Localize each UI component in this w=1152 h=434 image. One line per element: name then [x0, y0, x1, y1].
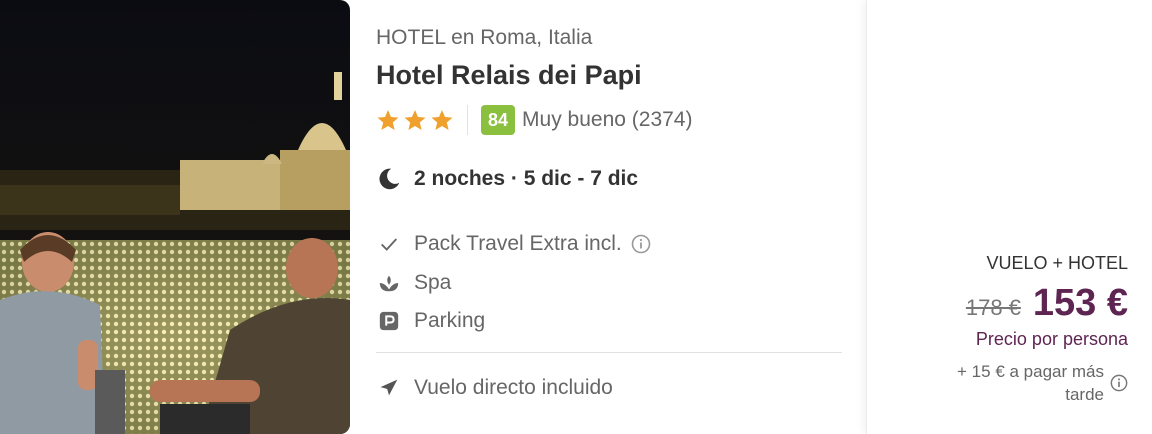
divider: [376, 352, 842, 353]
flight-info: Vuelo directo incluido: [376, 375, 613, 401]
rating-row: 84 Muy bueno (2374): [376, 104, 692, 136]
hotel-card[interactable]: HOTEL en Roma, Italia Hotel Relais dei P…: [0, 0, 1152, 434]
amenity-parking: Parking: [376, 308, 485, 334]
price-panel[interactable]: VUELO + HOTEL 178 € 153 € Precio por per…: [866, 0, 1152, 434]
hotel-photo-image: [0, 0, 350, 434]
moon-icon: [379, 168, 400, 190]
stay-text: 2 noches · 5 dic - 7 dic: [414, 167, 639, 190]
star-icon: [377, 110, 399, 130]
check-icon: [376, 231, 402, 257]
amenity-pack-travel: Pack Travel Extra incl.: [376, 231, 651, 257]
extra-fee: + 15 € a pagar más tarde: [934, 360, 1128, 406]
star-icon: [404, 110, 426, 130]
star-rating: [376, 109, 454, 131]
amenity-label: Spa: [414, 271, 452, 294]
star-icon: [431, 110, 453, 130]
rating-divider: [467, 105, 468, 135]
score-text[interactable]: Muy bueno (2374): [522, 108, 692, 132]
amenity-spa: Spa: [376, 270, 451, 296]
hotel-photo[interactable]: [0, 0, 350, 434]
info-icon[interactable]: [631, 234, 651, 254]
amenity-label: Parking: [414, 309, 486, 332]
hotel-location: HOTEL en Roma, Italia: [376, 26, 593, 49]
amenity-label: Pack Travel Extra incl.: [414, 232, 622, 255]
hotel-info: HOTEL en Roma, Italia Hotel Relais dei P…: [376, 0, 842, 434]
price-line: 178 € 153 €: [966, 282, 1128, 325]
spa-icon: [376, 270, 402, 296]
new-price[interactable]: 153 €: [1033, 282, 1128, 325]
hotel-name[interactable]: Hotel Relais dei Papi: [376, 60, 642, 91]
price-type: VUELO + HOTEL: [986, 253, 1128, 273]
old-price: 178 €: [965, 295, 1021, 320]
price-per-person: Precio por persona: [975, 329, 1128, 349]
stay-dates: 2 noches · 5 dic - 7 dic: [376, 166, 638, 192]
flight-label: Vuelo directo incluido: [414, 376, 613, 399]
score-badge: 84: [481, 105, 516, 135]
parking-icon: [376, 308, 402, 334]
extra-fee-text: + 15 € a pagar más tarde: [957, 362, 1104, 404]
plane-icon: [376, 375, 402, 401]
info-icon[interactable]: [1110, 374, 1128, 392]
